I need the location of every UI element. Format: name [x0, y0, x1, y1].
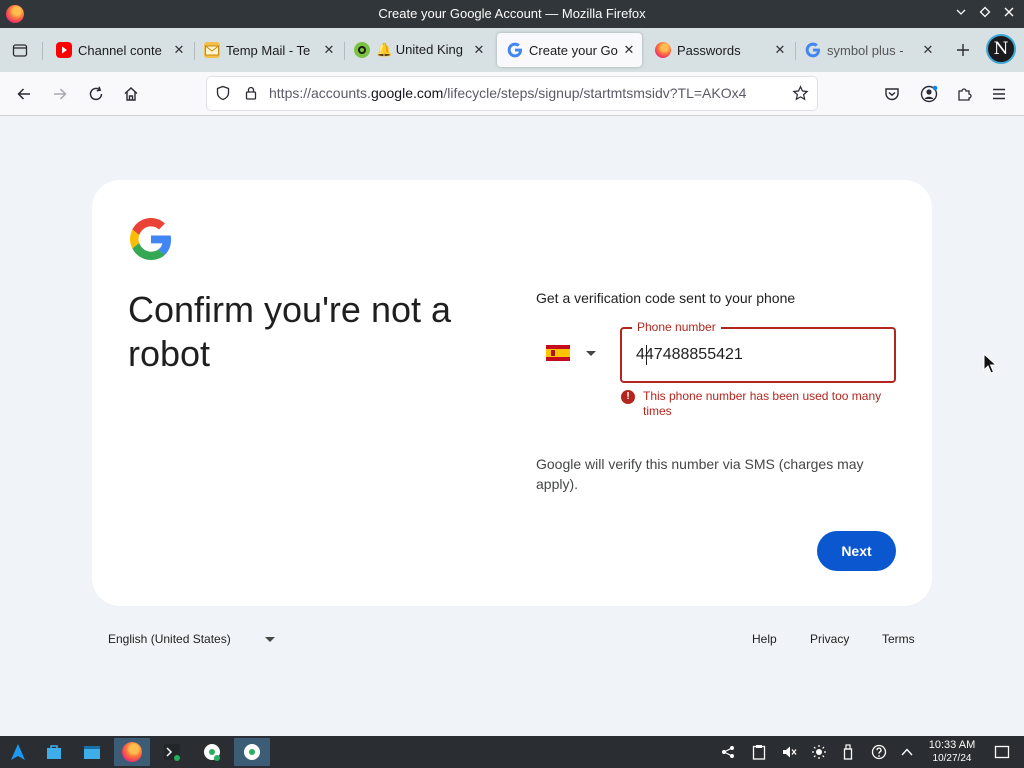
tab-label: symbol plus - [827, 42, 904, 58]
shield-icon[interactable] [215, 85, 231, 104]
brightness-icon[interactable] [809, 742, 829, 762]
mail-icon [204, 42, 220, 58]
close-tab-icon[interactable]: ✕ [470, 42, 488, 58]
youtube-icon [56, 42, 72, 58]
taskbar-messenger-window-icon[interactable] [234, 738, 270, 766]
signup-card: Confirm you're not a robot Get a verific… [92, 180, 932, 606]
firefox-view-button[interactable] [7, 37, 33, 63]
address-bar[interactable]: https://accounts.google.com/lifecycle/st… [207, 77, 817, 110]
tab-channel-content[interactable]: Channel conte ✕ [46, 33, 192, 67]
reload-button[interactable] [83, 81, 109, 107]
clipboard-icon[interactable] [749, 742, 769, 762]
bookmark-star-icon[interactable] [792, 85, 809, 105]
spain-flag-icon [546, 345, 570, 361]
tab-label: Passwords [677, 42, 741, 58]
close-tab-icon[interactable]: ✕ [170, 42, 188, 58]
back-button[interactable] [11, 81, 37, 107]
close-tab-icon[interactable]: ✕ [320, 42, 338, 58]
clock-time: 10:33 AM [928, 739, 976, 751]
taskbar-terminal-icon[interactable] [154, 738, 190, 766]
clock-date: 10/27/24 [932, 753, 972, 764]
caret-down-icon [586, 350, 596, 356]
tab-temp-mail[interactable]: Temp Mail - Te ✕ [194, 33, 342, 67]
navigation-toolbar: https://accounts.google.com/lifecycle/st… [0, 72, 1024, 116]
show-desktop-icon[interactable] [992, 742, 1012, 762]
window-titlebar: Create your Google Account — Mozilla Fir… [0, 0, 1024, 28]
network-share-icon[interactable] [718, 742, 738, 762]
page-content: Confirm you're not a robot Get a verific… [0, 117, 1024, 736]
tab-create-google-account[interactable]: Create your Go ✕ [497, 33, 642, 67]
profile-avatar[interactable]: N [986, 34, 1016, 64]
close-tab-icon[interactable]: ✕ [620, 42, 638, 58]
help-icon[interactable] [869, 742, 889, 762]
account-button[interactable] [916, 81, 942, 107]
google-icon [805, 42, 821, 58]
caret-down-icon[interactable] [265, 637, 275, 642]
mouse-pointer-icon [983, 352, 998, 375]
google-icon [507, 42, 523, 58]
tab-symbol-plus[interactable]: symbol plus - ✕ [795, 33, 941, 67]
forward-button[interactable] [47, 81, 73, 107]
tab-bar: Channel conte ✕ Temp Mail - Te ✕ 🔔 Unite… [0, 28, 1024, 72]
sms-note: Google will verify this number via SMS (… [536, 456, 864, 492]
language-selector[interactable]: English (United States) [108, 632, 231, 646]
app-launcher-icon[interactable] [0, 738, 36, 766]
error-text: This phone number has been used too many… [643, 389, 882, 418]
minimize-button[interactable] [950, 0, 972, 28]
url-prefix: https://accounts. [269, 85, 371, 101]
tab-label: 🔔 United King [376, 42, 464, 57]
maximize-button[interactable] [974, 0, 996, 28]
error-icon: ! [621, 390, 635, 404]
tab-passwords[interactable]: Passwords ✕ [645, 33, 793, 67]
phone-number-input[interactable] [636, 329, 876, 381]
new-tab-button[interactable] [950, 37, 976, 63]
menu-button[interactable] [986, 81, 1012, 107]
system-clock[interactable]: 10:33 AM 10/27/24 [922, 739, 982, 765]
extensions-button[interactable] [951, 81, 977, 107]
taskbar-store-icon[interactable] [36, 738, 72, 766]
text-cursor [646, 345, 647, 365]
page-heading: Confirm you're not a robot [128, 289, 452, 374]
lock-icon[interactable] [243, 85, 259, 104]
tab-united-kingdom[interactable]: 🔔 United King ✕ [344, 33, 492, 67]
phone-error-message: ! This phone number has been used too ma… [621, 389, 901, 419]
firefox-icon [655, 42, 671, 58]
tab-label: Channel conte [78, 42, 162, 58]
show-hidden-tray-icon[interactable] [897, 742, 917, 762]
usb-device-icon[interactable] [838, 742, 858, 762]
country-selector[interactable] [546, 338, 606, 368]
tab-label: Create your Go [529, 42, 618, 58]
google-logo-icon [130, 218, 172, 260]
url-text[interactable]: https://accounts.google.com/lifecycle/st… [269, 77, 781, 110]
terms-link[interactable]: Terms [882, 632, 915, 646]
close-window-button[interactable] [998, 0, 1020, 28]
privacy-link[interactable]: Privacy [810, 632, 849, 646]
close-tab-icon[interactable]: ✕ [771, 42, 789, 58]
help-link[interactable]: Help [752, 632, 777, 646]
pocket-button[interactable] [879, 81, 905, 107]
taskbar-files-icon[interactable] [74, 738, 110, 766]
url-path: /lifecycle/steps/signup/startmtsmsidv?TL… [443, 85, 747, 101]
taskbar-firefox-icon[interactable] [114, 738, 150, 766]
next-button[interactable]: Next [817, 531, 896, 571]
taskbar: 10:33 AM 10/27/24 [0, 736, 1024, 768]
url-domain: google.com [370, 85, 444, 101]
close-tab-icon[interactable]: ✕ [919, 42, 937, 58]
tab-separator [42, 42, 43, 60]
tab-label: Temp Mail - Te [226, 42, 311, 58]
home-button[interactable] [118, 81, 144, 107]
chat-icon [354, 42, 370, 58]
verification-prompt: Get a verification code sent to your pho… [536, 290, 796, 306]
phone-number-field[interactable]: Phone number [620, 319, 896, 383]
volume-muted-icon[interactable] [779, 742, 799, 762]
page-footer: English (United States) Help Privacy Ter… [0, 628, 1024, 650]
window-title: Create your Google Account — Mozilla Fir… [378, 6, 646, 21]
taskbar-messenger-icon[interactable] [194, 738, 230, 766]
